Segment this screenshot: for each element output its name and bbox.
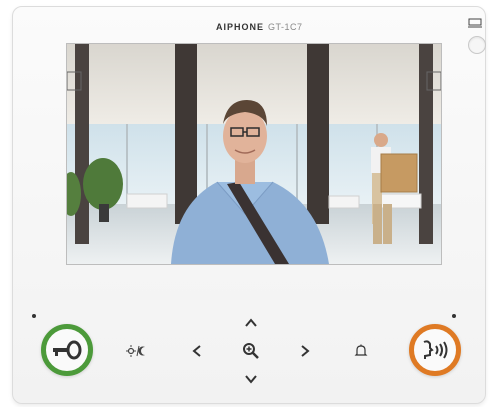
- key-icon: [53, 340, 82, 360]
- chime-button[interactable]: [350, 340, 372, 362]
- sun-moon-icon: [126, 345, 145, 357]
- bell-icon: [354, 344, 368, 356]
- brand-label: AIPHONE GT-1C7: [216, 22, 303, 32]
- talk-button[interactable]: [409, 324, 461, 376]
- video-screen: [66, 43, 442, 265]
- left-arrow-button[interactable]: [186, 340, 208, 362]
- status-led-right: [452, 314, 456, 318]
- door-release-button[interactable]: [41, 324, 93, 376]
- chevron-left-icon: [192, 345, 201, 357]
- monitor-icon: [468, 18, 482, 28]
- chevron-down-icon: [245, 375, 257, 384]
- model-name: GT-1C7: [268, 22, 303, 32]
- right-arrow-button[interactable]: [294, 340, 316, 362]
- up-arrow-button[interactable]: [240, 312, 262, 334]
- zoom-button[interactable]: [240, 340, 262, 362]
- chevron-right-icon: [301, 345, 310, 357]
- down-arrow-button[interactable]: [240, 368, 262, 390]
- status-led-left: [32, 314, 36, 318]
- talk-icon: [423, 340, 448, 359]
- magnifier-icon: [243, 343, 259, 359]
- camera-feed-image: [67, 44, 441, 264]
- chevron-up-icon: [245, 318, 257, 327]
- brand-name: AIPHONE: [216, 22, 265, 32]
- power-button[interactable]: [468, 36, 486, 54]
- brightness-night-button[interactable]: [126, 340, 148, 362]
